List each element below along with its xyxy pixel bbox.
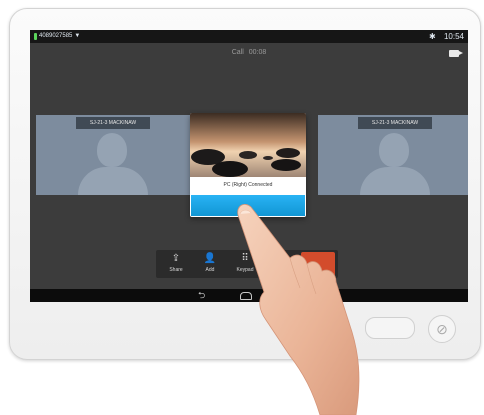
hand-illustration: [237, 204, 360, 415]
